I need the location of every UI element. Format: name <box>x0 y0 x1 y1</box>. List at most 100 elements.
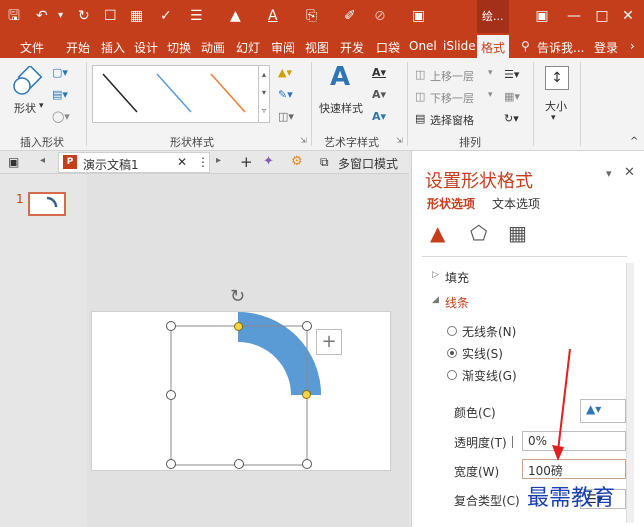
tab-home[interactable]: 开始 <box>66 39 90 56</box>
size-icon[interactable]: ↕ <box>545 66 569 90</box>
shapes-icon[interactable] <box>12 66 42 96</box>
chevron-down-icon[interactable]: ▾ <box>488 90 493 100</box>
bring-forward-button[interactable]: 上移一层 <box>430 68 474 84</box>
tab-text-options[interactable]: 文本选项 <box>492 195 540 212</box>
undo-dropdown-icon[interactable]: ▾ <box>58 6 63 26</box>
merge-shapes-icon[interactable]: ◯▾ <box>52 110 70 123</box>
gallery-scroll[interactable]: ▴ ▾ ▿ <box>259 65 270 123</box>
resize-handle[interactable] <box>234 459 244 469</box>
gradient-line-label[interactable]: 渐变线(G) <box>462 367 517 384</box>
tab-menu-icon[interactable]: ⋮ <box>197 155 209 169</box>
expand-icon[interactable]: ▷ <box>432 270 439 280</box>
shape-style-gallery[interactable] <box>92 65 259 123</box>
tab-animations[interactable]: 动画 <box>201 39 225 56</box>
tell-me-icon[interactable]: ⚲ <box>521 39 530 53</box>
selected-shape[interactable]: ↻ <box>150 280 350 485</box>
line-section[interactable]: 线条 <box>445 294 469 311</box>
no-line-label[interactable]: 无线条(N) <box>462 323 516 340</box>
send-backward-icon[interactable]: ◫ <box>415 90 425 103</box>
add-tab-icon[interactable]: + <box>240 153 253 171</box>
tab-design[interactable]: 设计 <box>134 39 158 56</box>
close-button[interactable]: ✕ <box>616 6 640 26</box>
slide-view-icon[interactable]: ▣ <box>8 155 19 169</box>
gear-icon[interactable]: ⚙ <box>291 154 303 169</box>
grid-icon[interactable]: ▦ <box>130 6 143 26</box>
solid-line-radio[interactable] <box>447 348 457 358</box>
dialog-launcher-icon[interactable]: ⇲ <box>300 136 307 145</box>
no-icon[interactable]: ⊘ <box>374 6 386 26</box>
align-icon[interactable]: ☰ <box>190 6 203 26</box>
selection-pane-button[interactable]: 选择窗格 <box>430 112 474 128</box>
minimize-button[interactable]: — <box>562 6 586 26</box>
text-outline-icon[interactable]: A▾ <box>372 88 386 101</box>
tab-insert[interactable]: 插入 <box>101 39 125 56</box>
shape-effects-icon[interactable]: ◫▾ <box>278 110 294 123</box>
close-pane-icon[interactable]: ✕ <box>624 165 635 180</box>
tab-transitions[interactable]: 切换 <box>167 39 191 56</box>
font-color-icon[interactable]: A <box>268 6 278 26</box>
add-icon[interactable]: + <box>316 329 342 355</box>
chevron-left-icon[interactable]: ◂ <box>40 155 45 166</box>
chevron-right-icon[interactable]: › <box>630 39 635 53</box>
new-file-icon[interactable]: ☐ <box>104 6 117 26</box>
solid-line-label[interactable]: 实线(S) <box>462 345 503 362</box>
size-button[interactable]: 大小 <box>545 98 567 114</box>
transparency-slider[interactable] <box>512 436 513 448</box>
tab-view[interactable]: 视图 <box>305 39 329 56</box>
resize-handle[interactable] <box>166 321 176 331</box>
chevron-right-icon[interactable]: ▸ <box>216 155 221 166</box>
shape-outline-icon[interactable]: ✎▾ <box>278 88 293 101</box>
resize-handle[interactable] <box>302 321 312 331</box>
effects-icon[interactable]: ⬠ <box>470 221 487 245</box>
tab-islide[interactable]: iSlide <box>443 39 476 53</box>
multi-window-button[interactable]: 多窗口模式 <box>338 155 398 172</box>
fill-line-icon[interactable]: ▲ <box>430 221 445 245</box>
tab-pocket[interactable]: 口袋 <box>376 39 400 56</box>
color-picker-button[interactable]: ▲▾ <box>580 399 626 423</box>
shape-fill-icon[interactable]: ▲▾ <box>278 66 292 79</box>
crop-icon[interactable]: ▣ <box>412 6 425 26</box>
resize-handle[interactable] <box>166 390 176 400</box>
send-backward-button[interactable]: 下移一层 <box>430 90 474 106</box>
fill-section[interactable]: 填充 <box>445 269 469 286</box>
quick-styles-button[interactable]: 快速样式 <box>319 100 363 116</box>
pane-options-icon[interactable]: ▾ <box>606 167 612 180</box>
magic-icon[interactable]: ✦ <box>263 154 274 169</box>
text-fill-icon[interactable]: A▾ <box>372 66 386 79</box>
login-link[interactable]: 登录 <box>594 39 618 56</box>
tab-shape-options[interactable]: 形状选项 <box>427 195 475 212</box>
tab-format[interactable]: 格式 <box>477 35 510 58</box>
collapse-ribbon-icon[interactable]: ^ <box>630 136 638 147</box>
no-line-radio[interactable] <box>447 326 457 336</box>
shapes-button[interactable]: 形状 <box>14 100 36 116</box>
resize-handle[interactable] <box>166 459 176 469</box>
slide-thumbnail[interactable] <box>28 192 66 216</box>
rotate-icon[interactable]: ↻▾ <box>504 112 519 125</box>
maximize-button[interactable]: □ <box>590 6 614 26</box>
collapse-icon[interactable]: ◢ <box>432 295 439 305</box>
selection-pane-icon[interactable]: ▤ <box>415 112 425 125</box>
undo-icon[interactable]: ↶ <box>36 6 48 26</box>
tab-developer[interactable]: 开发 <box>340 39 364 56</box>
tab-review[interactable]: 审阅 <box>271 39 295 56</box>
adjust-handle[interactable] <box>234 322 243 331</box>
multi-window-icon[interactable]: ⧉ <box>320 155 329 170</box>
text-effects-icon[interactable]: A▾ <box>372 110 386 123</box>
rotate-handle-icon[interactable]: ↻ <box>230 286 245 307</box>
group-icon[interactable]: ▦▾ <box>504 90 520 103</box>
fill-color-icon[interactable]: ▲ <box>230 6 241 26</box>
chevron-down-icon[interactable]: ▾ <box>551 113 556 123</box>
size-properties-icon[interactable]: ▦ <box>508 221 527 245</box>
wordart-a-icon[interactable]: A <box>330 62 350 92</box>
document-tab[interactable]: P 演示文稿1 ✕ ⋮ <box>58 152 210 173</box>
save-icon[interactable]: 🖫 <box>8 6 20 26</box>
edit-shape-icon[interactable]: ▢▾ <box>52 66 68 79</box>
tab-slideshow[interactable]: 幻灯 <box>236 39 260 56</box>
tab-file[interactable]: 文件 <box>20 39 44 56</box>
text-box-icon[interactable]: ▤▾ <box>52 88 68 101</box>
gradient-line-radio[interactable] <box>447 370 457 380</box>
align-icon[interactable]: ☰▾ <box>504 68 519 81</box>
paste-icon[interactable]: ⎘ <box>306 6 317 26</box>
brush-icon[interactable]: ✐ <box>344 6 356 26</box>
pane-scrollbar[interactable] <box>626 263 634 523</box>
